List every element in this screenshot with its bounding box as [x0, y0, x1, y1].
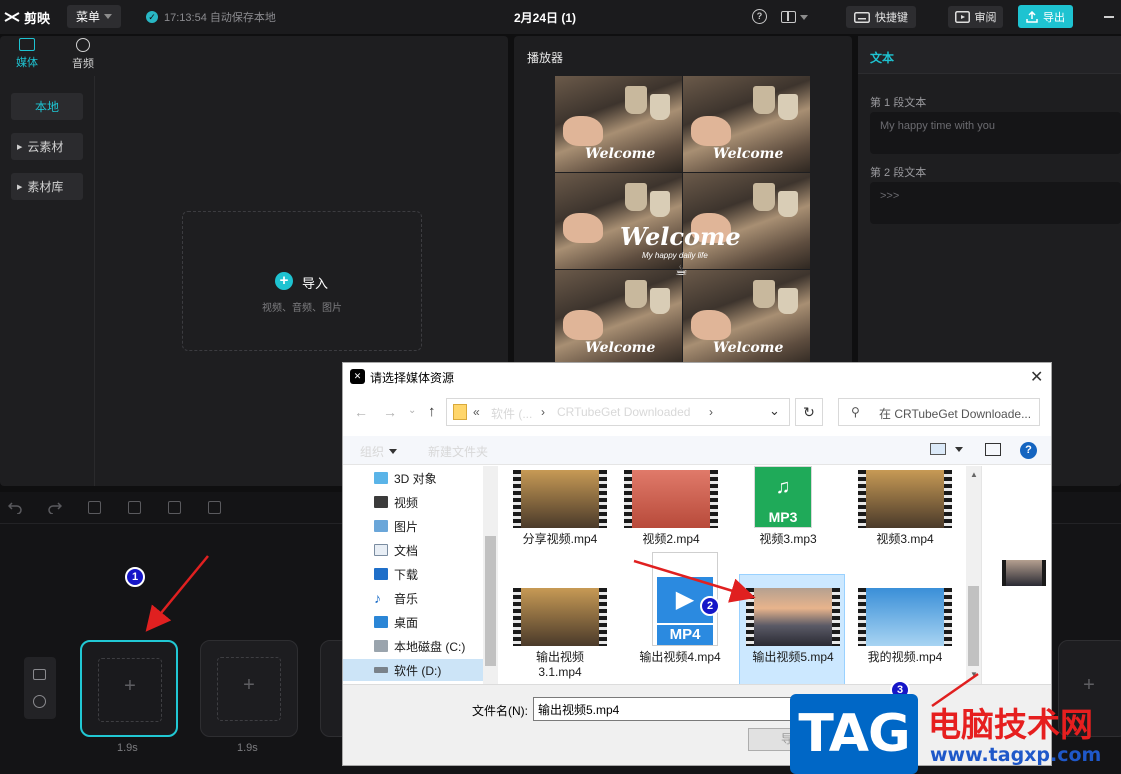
- step-badge-2: 2: [700, 596, 720, 616]
- annotation-arrow-2: [633, 559, 756, 603]
- watermark-site-name: 电脑技术网: [928, 705, 1093, 744]
- watermark-url: www.tagxp.com: [930, 744, 1102, 766]
- annotation-arrow-1: [145, 555, 209, 632]
- annotation-arrows: [145, 555, 979, 708]
- watermark-tag-logo: TAG: [790, 694, 918, 774]
- step-badge-1: 1: [125, 567, 145, 587]
